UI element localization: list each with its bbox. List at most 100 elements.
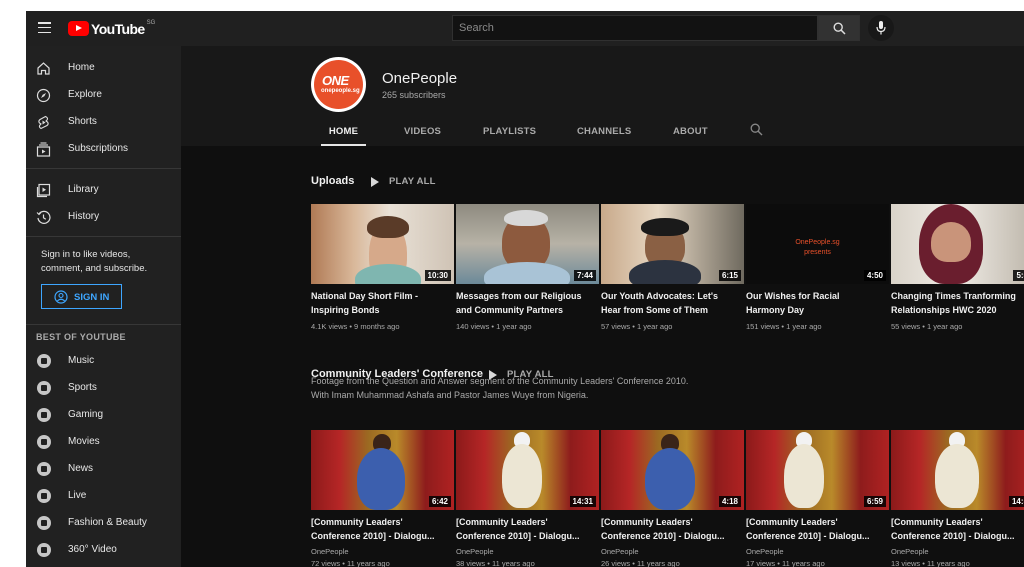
gamepad-icon bbox=[37, 408, 51, 422]
sidebar-item-sports[interactable]: Sports bbox=[26, 376, 181, 401]
tab-channels[interactable]: CHANNELS bbox=[577, 121, 631, 146]
video-thumbnail[interactable]: 10:30 bbox=[311, 204, 454, 284]
video-title[interactable]: [Community Leaders' Conference 2010] - Di… bbox=[891, 516, 1024, 543]
subscriber-count: 265 subscribers bbox=[382, 90, 446, 100]
video-thumbnail[interactable]: 5:5 bbox=[891, 204, 1024, 284]
sidebar-item-label: Fashion & Beauty bbox=[68, 517, 147, 528]
video-channel-name[interactable]: OnePeople bbox=[891, 547, 929, 556]
video-title[interactable]: [Community Leaders' Conference 2010] - Di… bbox=[746, 516, 889, 543]
sidebar-item-label: Home bbox=[68, 62, 95, 73]
video-title[interactable]: National Day Short Film - Inspiring Bonds bbox=[311, 290, 454, 317]
video-thumbnail[interactable]: OnePeople.sg presents 4:50 bbox=[746, 204, 889, 284]
video-meta: 38 views • 11 years ago bbox=[456, 559, 535, 567]
search-input[interactable] bbox=[453, 16, 817, 40]
avatar-logo-text: ONE bbox=[322, 73, 349, 88]
video-meta: 26 views • 11 years ago bbox=[601, 559, 680, 567]
logo-wordmark: YouTube bbox=[91, 20, 145, 37]
uploads-shelf-title[interactable]: Uploads bbox=[311, 175, 354, 187]
sidebar-item-label: Gaming bbox=[68, 409, 104, 420]
hanger-icon bbox=[37, 516, 51, 530]
sidebar-item-live[interactable]: Live bbox=[26, 484, 181, 509]
video-thumbnail[interactable]: 6:59 bbox=[746, 430, 889, 510]
sidebar-item-home[interactable]: Home bbox=[26, 56, 181, 81]
video-meta: 4.1K views • 9 months ago bbox=[311, 322, 400, 331]
thumbnail-brand-text: OnePeople.sg bbox=[795, 239, 840, 246]
youtube-play-icon bbox=[68, 21, 89, 36]
sign-in-button[interactable]: SIGN IN bbox=[41, 284, 122, 309]
tab-playlists[interactable]: PLAYLISTS bbox=[483, 121, 536, 146]
search-icon bbox=[833, 22, 846, 35]
video-thumbnail[interactable]: 14:5 bbox=[891, 430, 1024, 510]
youtube-logo[interactable]: YouTube SG bbox=[68, 20, 155, 37]
channel-name: OnePeople bbox=[382, 70, 458, 87]
signin-prompt: Sign in to like videos, comment, and sub… bbox=[41, 249, 148, 274]
video-duration: 6:15 bbox=[718, 270, 741, 281]
news-icon bbox=[37, 462, 51, 476]
tab-about[interactable]: ABOUT bbox=[673, 121, 708, 146]
hamburger-menu-icon[interactable] bbox=[38, 22, 51, 34]
sidebar-item-explore[interactable]: Explore bbox=[26, 83, 181, 108]
sign-in-label: SIGN IN bbox=[74, 292, 110, 303]
video-meta: 13 views • 11 years ago bbox=[891, 559, 970, 567]
video-title[interactable]: [Community Leaders' Conference 2010] - Di… bbox=[601, 516, 744, 543]
top-bar: YouTube SG bbox=[26, 11, 1024, 46]
video-channel-name[interactable]: OnePeople bbox=[601, 547, 639, 556]
sidebar-item-history[interactable]: History bbox=[26, 205, 181, 230]
video-duration: 7:44 bbox=[573, 270, 596, 281]
video-title[interactable]: Our Youth Advocates: Let's Hear from Some… bbox=[601, 290, 744, 317]
trophy-icon bbox=[37, 381, 51, 395]
search-box bbox=[452, 15, 818, 41]
sidebar-item-label: Library bbox=[68, 184, 99, 195]
video-title[interactable]: Messages from our Religious and Community… bbox=[456, 290, 599, 317]
video-thumbnail[interactable]: 7:44 bbox=[456, 204, 599, 284]
sidebar-item-music[interactable]: Music bbox=[26, 349, 181, 374]
search-button[interactable] bbox=[818, 15, 860, 41]
sidebar-item-library[interactable]: Library bbox=[26, 178, 181, 203]
video-title[interactable]: [Community Leaders' Conference 2010] - Di… bbox=[311, 516, 454, 543]
video-thumbnail[interactable]: 6:42 bbox=[311, 430, 454, 510]
sidebar-item-shorts[interactable]: Shorts bbox=[26, 110, 181, 135]
video-thumbnail[interactable]: 4:18 bbox=[601, 430, 744, 510]
best-of-youtube-heading: BEST OF YOUTUBE bbox=[36, 332, 126, 342]
channel-header: ONE onepeople.sg OnePeople 265 subscribe… bbox=[181, 46, 1024, 146]
library-icon bbox=[36, 183, 51, 198]
sidebar-item-fashion-beauty[interactable]: Fashion & Beauty bbox=[26, 511, 181, 536]
video-thumbnail[interactable]: 14:31 bbox=[456, 430, 599, 510]
video-duration: 10:30 bbox=[424, 270, 451, 281]
home-icon bbox=[37, 62, 50, 75]
sidebar-item-label: Subscriptions bbox=[68, 143, 129, 154]
tab-home[interactable]: HOME bbox=[321, 121, 366, 146]
sidebar-item-subscriptions[interactable]: Subscriptions bbox=[26, 137, 181, 162]
channel-avatar[interactable]: ONE onepeople.sg bbox=[311, 57, 366, 112]
sidebar-item-gaming[interactable]: Gaming bbox=[26, 403, 181, 428]
tab-videos[interactable]: VIDEOS bbox=[404, 121, 441, 146]
account-circle-icon bbox=[54, 290, 68, 304]
video-meta: 57 views • 1 year ago bbox=[601, 322, 673, 331]
voice-search-button[interactable] bbox=[868, 15, 894, 41]
channel-search-icon[interactable] bbox=[750, 123, 763, 136]
video-channel-name[interactable]: OnePeople bbox=[311, 547, 349, 556]
video-title[interactable]: [Community Leaders' Conference 2010] - Di… bbox=[456, 516, 599, 543]
sidebar-item-label: Shorts bbox=[68, 116, 97, 127]
video-duration: 4:18 bbox=[718, 496, 741, 507]
shorts-icon bbox=[38, 115, 49, 130]
sidebar-item-movies[interactable]: Movies bbox=[26, 430, 181, 455]
thumbnail-presents-text: presents bbox=[804, 249, 831, 256]
live-icon bbox=[37, 489, 51, 503]
sidebar-item-360-video[interactable]: 360° Video bbox=[26, 538, 181, 563]
uploads-play-all-button[interactable]: PLAY ALL bbox=[371, 175, 441, 189]
video-channel-name[interactable]: OnePeople bbox=[746, 547, 784, 556]
video-meta: 72 views • 11 years ago bbox=[311, 559, 390, 567]
video-duration: 5:5 bbox=[1013, 270, 1024, 281]
vr-icon bbox=[37, 543, 51, 557]
sidebar-item-label: Sports bbox=[68, 382, 97, 393]
video-duration: 6:59 bbox=[863, 496, 886, 507]
sidebar-item-news[interactable]: News bbox=[26, 457, 181, 482]
sidebar-item-label: Movies bbox=[68, 436, 100, 447]
video-title[interactable]: Our Wishes for Racial Harmony Day bbox=[746, 290, 889, 317]
video-thumbnail[interactable]: 6:15 bbox=[601, 204, 744, 284]
video-duration: 4:50 bbox=[863, 270, 886, 281]
video-title[interactable]: Changing Times Tranforming Relationships … bbox=[891, 290, 1024, 317]
music-icon bbox=[37, 354, 51, 368]
video-channel-name[interactable]: OnePeople bbox=[456, 547, 494, 556]
